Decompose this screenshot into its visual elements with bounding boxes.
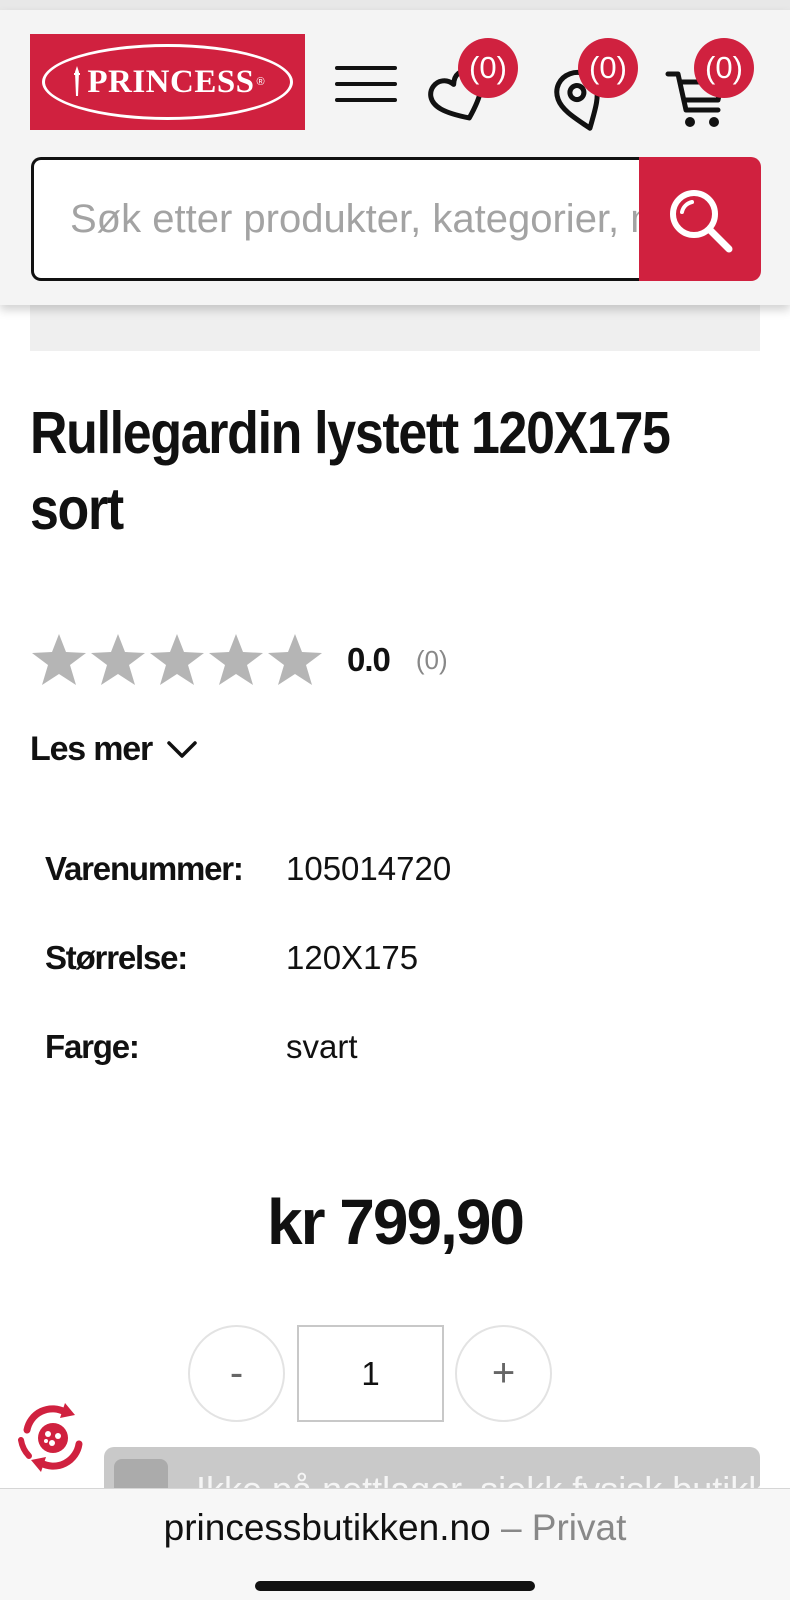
- logo-torch-icon: [74, 66, 81, 96]
- product-rating[interactable]: 0.0 (0): [30, 630, 448, 690]
- read-more-toggle[interactable]: Les mer: [30, 730, 198, 769]
- wishlist-button[interactable]: (0): [428, 38, 524, 136]
- rating-count: (0): [415, 644, 448, 675]
- spec-row-item-number: Varenummer: 105014720: [45, 850, 745, 900]
- cart-count-badge: (0): [694, 38, 754, 98]
- star-icon: [91, 634, 145, 685]
- read-more-label: Les mer: [30, 730, 153, 768]
- url-separator: –: [500, 1507, 522, 1548]
- url-domain: princessbutikken.no: [163, 1507, 491, 1548]
- spec-label: Størrelse:: [45, 939, 188, 976]
- princess-logo[interactable]: PRINCESS ®: [30, 34, 305, 130]
- star-icon: [268, 634, 322, 685]
- star-icon: [209, 634, 263, 685]
- product-title-line: sort: [30, 476, 124, 542]
- search-bar: [31, 157, 761, 281]
- quantity-input[interactable]: [297, 1325, 444, 1422]
- store-locator-button[interactable]: (0): [548, 38, 644, 136]
- spec-value: 120X175: [286, 939, 419, 976]
- site-header: PRINCESS ® (0) (0) (0): [0, 10, 790, 305]
- home-indicator[interactable]: [255, 1581, 535, 1591]
- cart-button[interactable]: (0): [664, 38, 760, 136]
- status-strip: [0, 0, 790, 10]
- star-icon: [32, 634, 86, 685]
- wishlist-count-badge: (0): [458, 38, 518, 98]
- logo-registered-mark: ®: [256, 76, 265, 88]
- chat-widget-icon: [18, 1403, 83, 1472]
- logo-oval: PRINCESS ®: [42, 44, 293, 120]
- search-icon: [670, 190, 733, 253]
- quantity-increase-button[interactable]: +: [455, 1325, 552, 1422]
- menu-icon-bar: [335, 98, 397, 102]
- quantity-decrease-button[interactable]: -: [188, 1325, 285, 1422]
- chat-widget-button[interactable]: [15, 1400, 90, 1475]
- logo-text: PRINCESS: [87, 63, 255, 100]
- spec-value: 105014720: [286, 850, 452, 887]
- browser-address-bar: princessbutikken.no – Privat: [0, 1488, 790, 1600]
- spec-label: Farge:: [45, 1028, 140, 1065]
- spec-row-color: Farge: svart: [45, 1028, 745, 1078]
- spec-row-size: Størrelse: 120X175: [45, 939, 745, 989]
- product-title-line: Rullegardin lystett 120X175: [30, 400, 671, 466]
- search-input[interactable]: [31, 157, 641, 281]
- menu-button[interactable]: [335, 62, 397, 106]
- image-placeholder-band: [30, 305, 760, 351]
- url-display[interactable]: princessbutikken.no – Privat: [0, 1507, 790, 1549]
- rating-value: 0.0: [347, 641, 391, 678]
- menu-icon-bar: [335, 66, 397, 70]
- search-button[interactable]: [639, 157, 761, 281]
- star-icon: [150, 634, 204, 685]
- spec-label: Varenummer:: [45, 850, 244, 887]
- chevron-down-icon: [167, 740, 197, 758]
- product-price: kr 799,90: [266, 1186, 525, 1258]
- browsing-mode: Privat: [531, 1507, 627, 1548]
- stores-count-badge: (0): [578, 38, 638, 98]
- product-title: Rullegardin lystett 120X175 sort: [30, 395, 769, 547]
- menu-icon-bar: [335, 82, 397, 86]
- spec-value: svart: [286, 1028, 358, 1065]
